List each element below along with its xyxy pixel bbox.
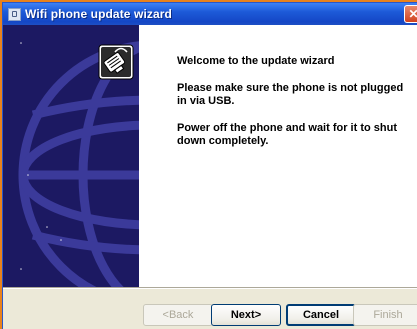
next-button[interactable]: Next> bbox=[211, 304, 281, 326]
wizard-banner bbox=[3, 25, 139, 287]
title-bar[interactable]: Wifi phone update wizard ✕ bbox=[3, 3, 417, 25]
finish-button[interactable]: Finish bbox=[353, 304, 417, 326]
phone-cable-icon bbox=[98, 44, 134, 80]
window-title: Wifi phone update wizard bbox=[25, 7, 172, 21]
power-off-instruction: Power off the phone and wait for it to s… bbox=[177, 122, 397, 147]
app-icon bbox=[8, 7, 21, 21]
wizard-window: Wifi phone update wizard ✕ bbox=[2, 2, 417, 329]
content-panel: Welcome to the update wizard Please make… bbox=[139, 25, 417, 287]
button-bar: <Back Next> Cancel Finish bbox=[3, 289, 417, 329]
globe-graphic bbox=[18, 41, 139, 287]
close-button[interactable]: ✕ bbox=[404, 5, 417, 23]
cancel-button[interactable]: Cancel bbox=[286, 304, 356, 326]
text-block: Welcome to the update wizard Please make… bbox=[177, 55, 415, 162]
welcome-heading: Welcome to the update wizard bbox=[177, 55, 335, 67]
back-button[interactable]: <Back bbox=[143, 304, 213, 326]
usb-instruction: Please make sure the phone is not plugge… bbox=[177, 82, 404, 107]
